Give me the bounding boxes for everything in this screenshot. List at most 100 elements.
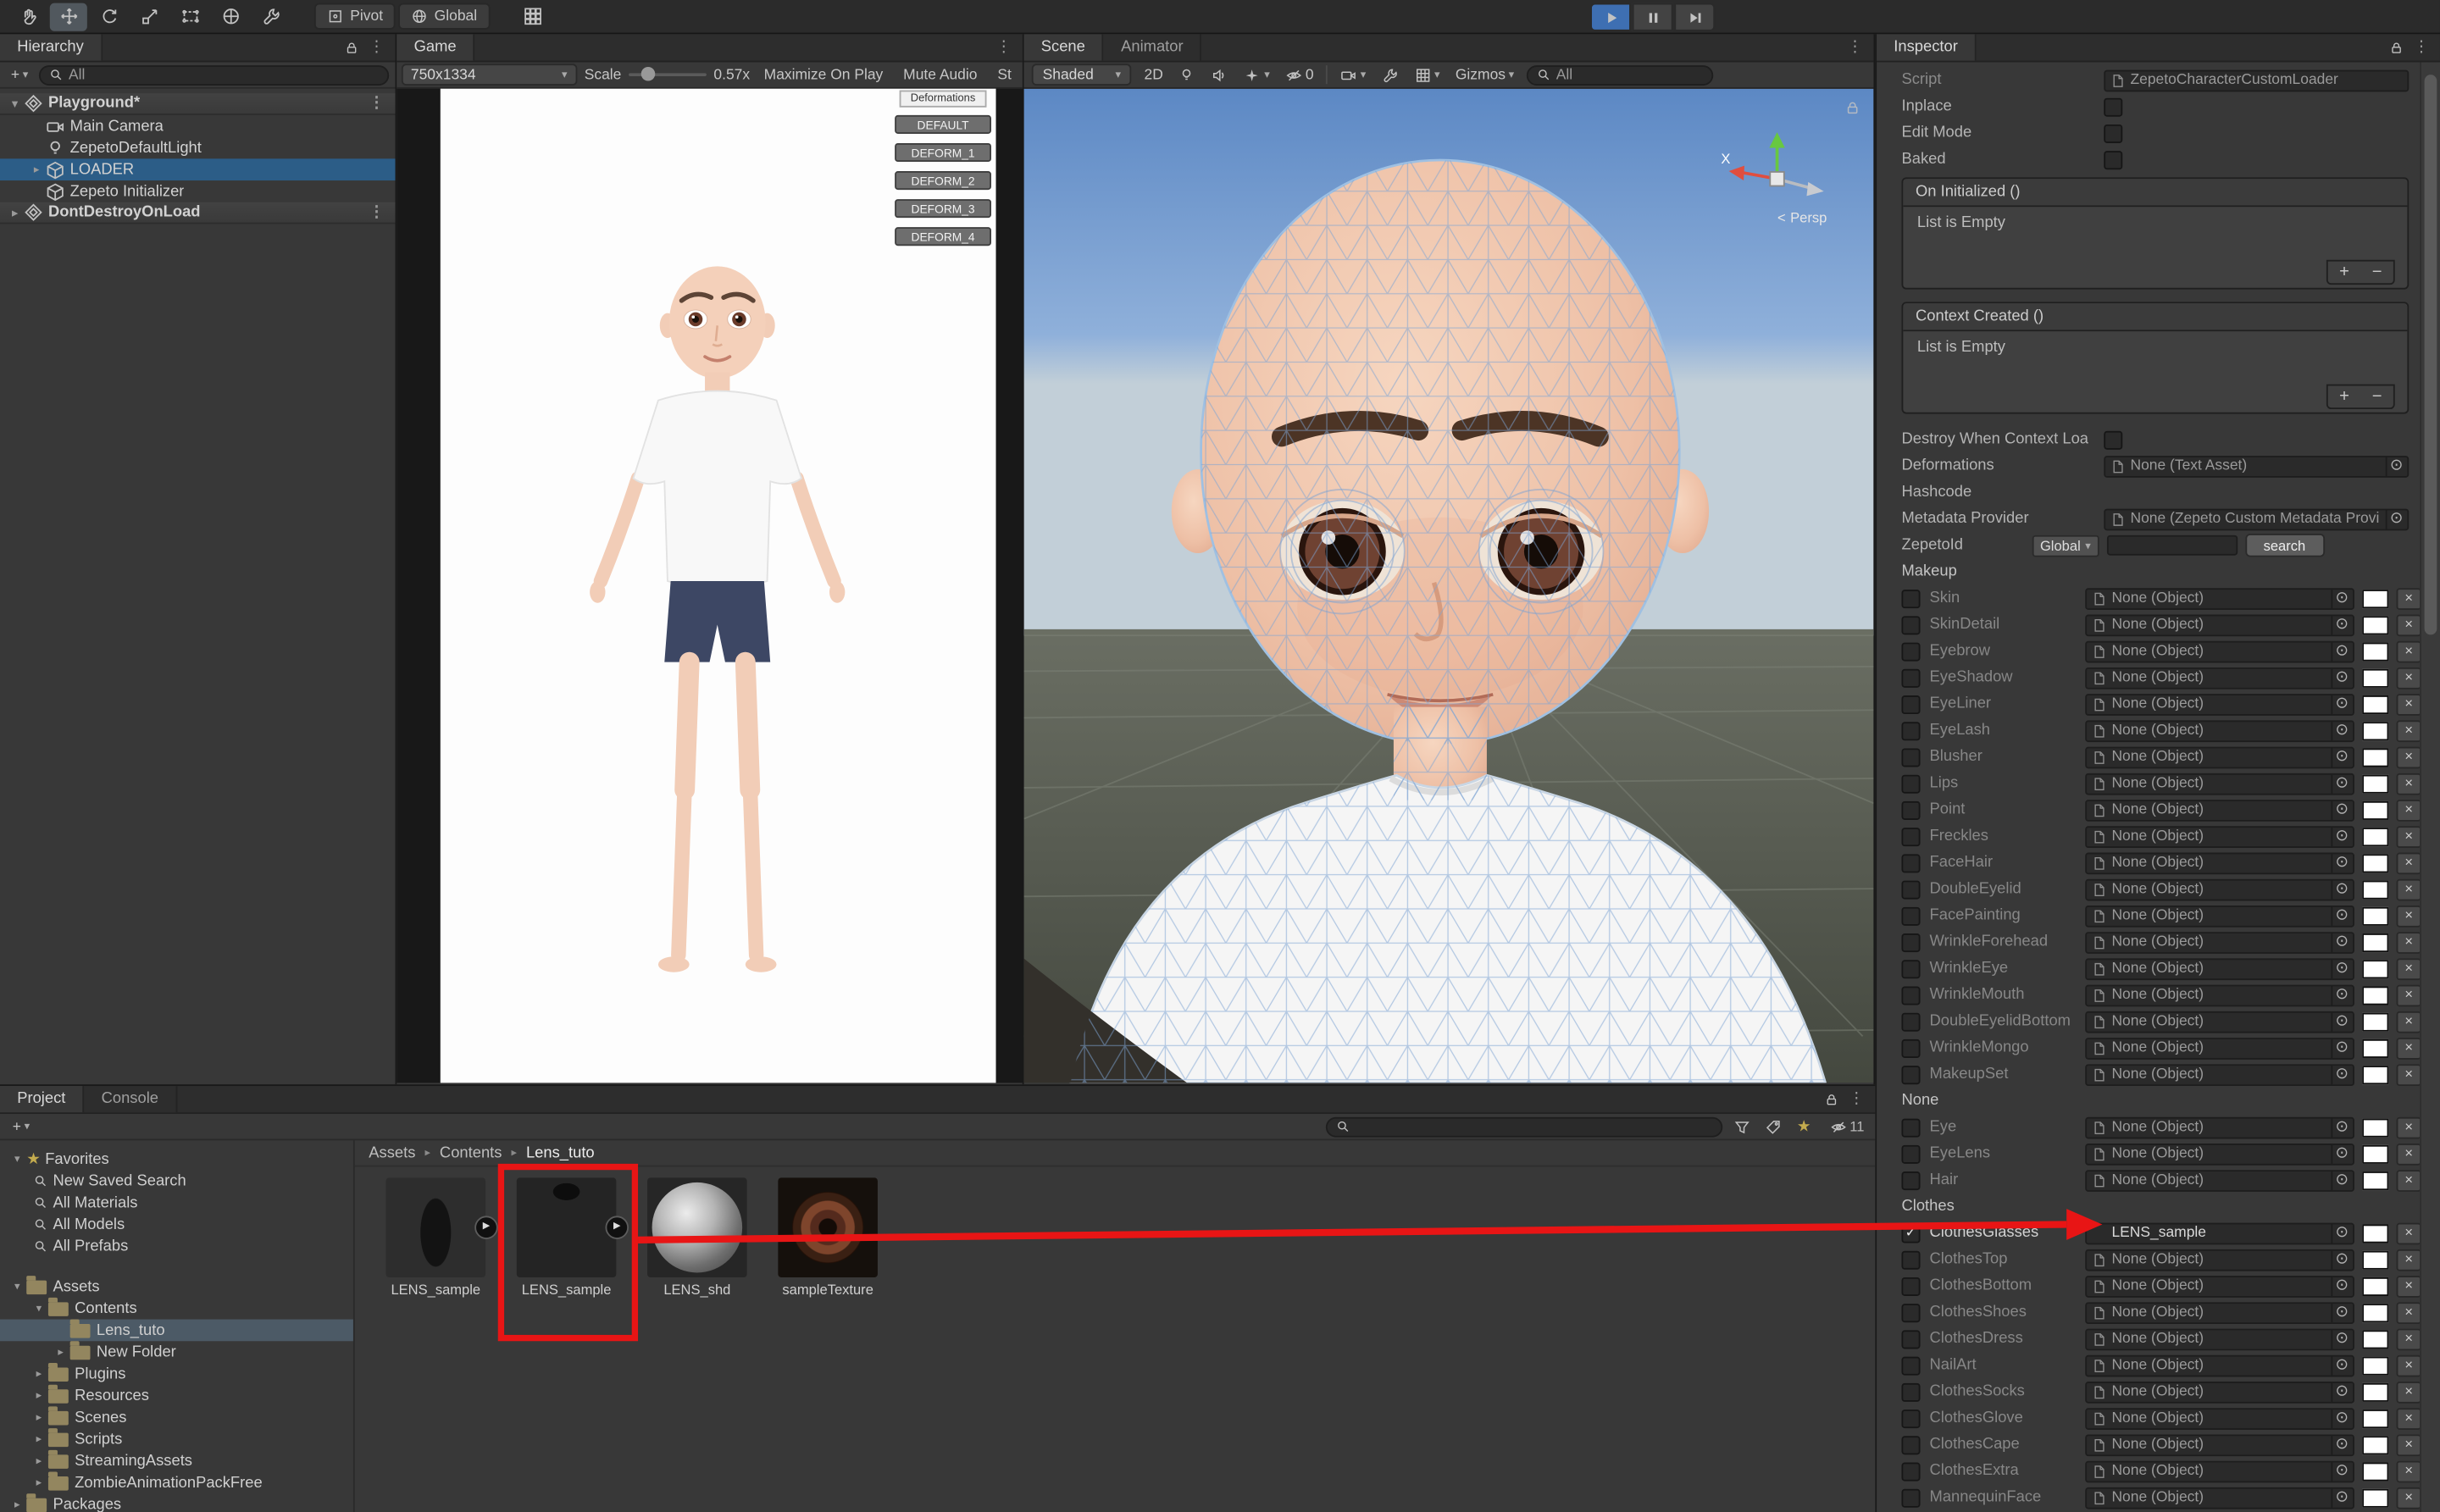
favorites-item[interactable]: All Models [0,1214,353,1236]
property-checkbox[interactable] [1901,1144,1921,1163]
game-scale-slider[interactable] [629,65,707,84]
scene-lock-icon[interactable] [1844,100,1861,117]
color-swatch[interactable] [2362,667,2389,687]
object-field[interactable]: None (Object) ⊙ [2085,983,2354,1006]
scene-search-input[interactable] [1556,66,1705,84]
object-picker-icon[interactable]: ⊙ [2331,641,2351,661]
property-checkbox[interactable] [1901,1355,1921,1375]
folder-tree-item[interactable]: ▾ Assets [0,1275,353,1298]
create-object-button[interactable]: + ▾ [6,64,32,86]
clear-button[interactable]: × [2396,1327,2421,1350]
object-field[interactable]: None (Object) ⊙ [2085,878,2354,900]
clear-button[interactable]: × [2396,1221,2421,1244]
scene-effects-dropdown[interactable]: ▾ [1241,64,1273,86]
property-checkbox[interactable] [1901,641,1921,661]
object-picker-icon[interactable]: ⊙ [2331,1435,2351,1454]
grid-visual-dropdown[interactable]: ▾ [1411,64,1443,86]
search-by-type-button[interactable] [1730,1118,1754,1135]
tab-animator[interactable]: Animator [1103,34,1202,61]
object-picker-icon[interactable]: ⊙ [2331,800,2351,820]
expand-arrow-icon[interactable]: ▾ [9,1281,25,1293]
property-checkbox[interactable] [1901,933,1921,952]
color-swatch[interactable] [2362,1487,2389,1507]
kebab-menu-icon[interactable]: ⋮ [369,39,384,55]
deform-button[interactable]: DEFORM_4 [895,227,991,246]
kebab-menu-icon[interactable]: ⋮ [1849,1091,1864,1106]
scrollbar-thumb[interactable] [2424,75,2437,635]
object-field[interactable]: None (Object) ⊙ [2085,1116,2354,1138]
tab-console[interactable]: Console [84,1086,178,1113]
destroy-context-checkbox[interactable] [2104,429,2123,449]
color-swatch[interactable] [2362,1249,2389,1269]
object-field[interactable]: None (Object) ⊙ [2085,931,2354,953]
expand-arrow-icon[interactable]: ▸ [31,1389,47,1402]
property-checkbox[interactable] [1901,1409,1921,1428]
property-checkbox[interactable] [1901,1038,1921,1058]
kebab-menu-icon[interactable]: ⋮ [1847,39,1862,55]
object-picker-icon[interactable]: ⊙ [2331,1011,2351,1031]
object-picker-icon[interactable]: ⊙ [2331,959,2351,978]
clear-button[interactable]: × [2396,745,2421,768]
color-swatch[interactable] [2362,1303,2389,1322]
object-field[interactable]: None (Object) ⊙ [2085,799,2354,821]
clear-button[interactable]: × [2396,1116,2421,1138]
object-picker-icon[interactable]: ⊙ [2331,667,2351,687]
project-search[interactable] [1325,1116,1722,1137]
perspective-label[interactable]: < Persp [1777,210,1827,225]
step-button[interactable] [1674,3,1716,31]
expand-arrow-icon[interactable]: ▸ [31,1454,47,1467]
color-swatch[interactable] [2362,615,2389,634]
object-picker-icon[interactable]: ⊙ [2331,773,2351,793]
tab-hierarchy[interactable]: Hierarchy [0,34,103,61]
remove-event-button[interactable]: − [2360,262,2393,284]
object-picker-icon[interactable]: ⊙ [2331,985,2351,1005]
object-field[interactable]: None (Object) ⊙ [2085,1459,2354,1482]
color-swatch[interactable] [2362,695,2389,714]
game-render-area[interactable]: Deformations DEFAULT DEFORM_1 DEFORM_2 DEFO… [396,88,1024,1083]
color-swatch[interactable] [2362,1117,2389,1137]
hierarchy-item[interactable]: ▸ LOADER [0,158,396,181]
hidden-packages-toggle[interactable]: 11 [1827,1118,1867,1135]
color-swatch[interactable] [2362,747,2389,767]
property-checkbox[interactable] [1901,773,1921,793]
property-checkbox[interactable]: ✓ [1901,1223,1921,1243]
add-event-button[interactable]: + [2328,386,2361,408]
object-picker-icon[interactable]: ⊙ [2331,1487,2351,1507]
object-picker-icon[interactable]: ⊙ [2331,1038,2351,1058]
pause-button[interactable] [1632,3,1673,31]
object-field[interactable]: None (Object) ⊙ [2085,1301,2354,1324]
clear-button[interactable]: × [2396,587,2421,610]
create-asset-button[interactable]: + ▾ [8,1116,34,1138]
transform-tool-button[interactable] [212,3,249,30]
scene-orientation-gizmo[interactable]: X [1721,126,1833,217]
clear-button[interactable]: × [2396,1037,2421,1059]
color-swatch[interactable] [2362,1461,2389,1481]
object-field[interactable]: None (Object) ⊙ [2085,957,2354,980]
property-checkbox[interactable] [1901,1303,1921,1322]
clear-button[interactable]: × [2396,1143,2421,1165]
color-swatch[interactable] [2362,773,2389,793]
property-checkbox[interactable] [1901,800,1921,820]
asset-item[interactable]: LENS_shd [635,1177,759,1298]
object-picker-icon[interactable]: ⊙ [2331,1461,2351,1481]
expand-arrow-icon[interactable]: ▾ [9,1153,25,1166]
clear-button[interactable]: × [2396,613,2421,636]
breadcrumb-contents[interactable]: Contents [440,1144,502,1161]
object-picker-icon[interactable]: ⊙ [2331,1329,2351,1349]
object-field[interactable]: None (Object) ⊙ [2085,587,2354,610]
property-checkbox[interactable] [1901,747,1921,767]
tab-game[interactable]: Game [396,34,475,61]
object-picker-icon[interactable]: ⊙ [2331,1171,2351,1190]
folder-tree-item[interactable]: ▾ Contents [0,1296,353,1320]
property-checkbox[interactable] [2104,97,2123,116]
object-field[interactable]: None (Object) ⊙ [2085,772,2354,795]
clear-button[interactable]: × [2396,983,2421,1006]
object-field[interactable]: None (Object) ⊙ [2085,613,2354,636]
clear-button[interactable]: × [2396,1248,2421,1271]
color-swatch[interactable] [2362,641,2389,661]
scene-lighting-toggle[interactable] [1176,64,1200,86]
script-object-field[interactable]: ZepetoCharacterCustomLoader [2104,69,2410,91]
color-swatch[interactable] [2362,853,2389,872]
expand-arrow-icon[interactable]: ▸ [9,1498,25,1511]
folder-tree-item[interactable]: ▸ Plugins [0,1362,353,1385]
